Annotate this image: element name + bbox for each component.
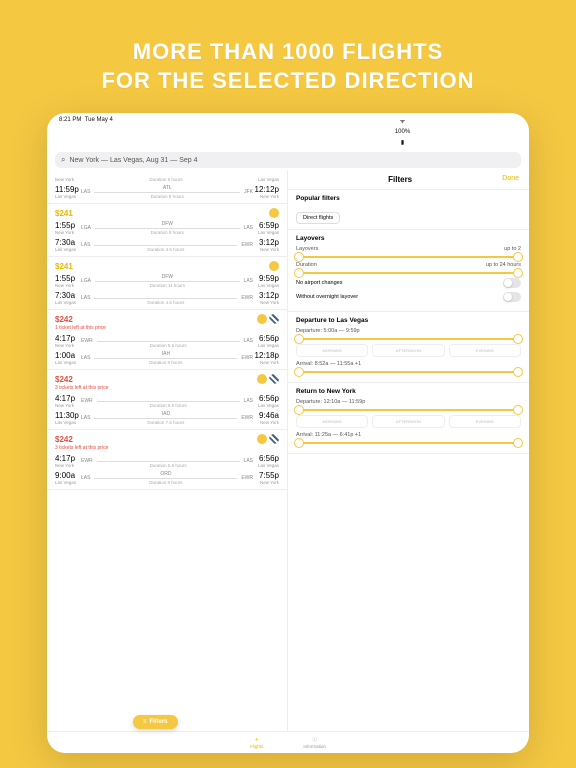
- flight-leg: 9:00aLas Vegas LAS ORDDuration 8 hours E…: [55, 471, 279, 485]
- flight-card[interactable]: New YorkDuration 9 hoursLas Vegas 11:59p…: [47, 170, 287, 204]
- dep-time-slider[interactable]: [296, 338, 521, 340]
- search-text: New York — Las Vegas, Aug 31 — Sep 4: [69, 157, 197, 164]
- airline-badge-icon: [257, 374, 267, 384]
- tickets-warning: 1 ticket left at this price: [55, 325, 279, 331]
- dep-segments[interactable]: MORNINGAFTERNOONEVENING: [296, 344, 521, 357]
- price-value: $242: [55, 435, 73, 444]
- ret-dep-slider[interactable]: [296, 409, 521, 411]
- flight-leg: 4:17pNew York EWR Duration 5.5 hours LAS…: [55, 454, 279, 468]
- flight-leg: 7:30aLas Vegas LAS Duration 4.5 hours EW…: [55, 238, 279, 252]
- price-value: $241: [55, 209, 73, 218]
- tickets-warning: 3 tickets left at this price: [55, 445, 279, 451]
- tablet-frame: 8:21 PM Tue May 4 ᯤ 100% ▮ ⌕ New York — La…: [47, 113, 529, 753]
- results-pane: New YorkDuration 9 hoursLas Vegas 11:59p…: [47, 170, 288, 731]
- filters-pane: Filters Done Popular filters Direct flig…: [288, 170, 529, 731]
- arr-time-slider[interactable]: [296, 371, 521, 373]
- battery-icon: ▮: [401, 139, 404, 146]
- wifi-icon: ᯤ: [400, 117, 405, 125]
- airline-badge-icon: [269, 434, 279, 444]
- flight-leg: 11:59pLas Vegas LAS ATLDuration 8 hours …: [55, 185, 279, 199]
- flight-leg: 4:17pNew York EWR Duration 5.5 hours LAS…: [55, 334, 279, 348]
- promo-line1: MORE THAN 1000 FLIGHTS: [101, 38, 474, 67]
- return-title: Return to New York: [296, 388, 521, 395]
- duration-slider[interactable]: [296, 272, 521, 274]
- flight-card[interactable]: $2423 tickets left at this price 4:17pNe…: [47, 370, 287, 430]
- ret-arr-slider[interactable]: [296, 442, 521, 444]
- price-value: $242: [55, 375, 73, 384]
- done-button[interactable]: Done: [502, 175, 519, 184]
- airline-badge-icon: [257, 314, 267, 324]
- filters-button[interactable]: ≡Filters: [133, 715, 178, 729]
- promo-line2: FOR THE SELECTED DIRECTION: [101, 67, 474, 96]
- filters-title: Filters: [388, 175, 412, 184]
- status-date: Tue May 4: [85, 117, 113, 123]
- airline-badge-icon: [269, 374, 279, 384]
- plane-icon: ✈: [255, 737, 259, 743]
- tab-flights[interactable]: ✈Flights: [250, 737, 263, 749]
- promo-heading: MORE THAN 1000 FLIGHTS FOR THE SELECTED …: [101, 38, 474, 95]
- tab-bar: ✈Flights ⓘInformation: [47, 731, 529, 753]
- flight-leg: 7:30aLas Vegas LAS Duration 4.5 hours EW…: [55, 291, 279, 305]
- tab-info[interactable]: ⓘInformation: [303, 737, 326, 749]
- status-time: 8:21 PM: [59, 117, 81, 123]
- sliders-icon: ≡: [143, 719, 147, 725]
- overnight-toggle[interactable]: [503, 292, 521, 302]
- flight-leg: 1:55pNew York LGA DFWDuration 11 hours L…: [55, 274, 279, 288]
- airline-badge-icon: [269, 314, 279, 324]
- search-bar[interactable]: ⌕ New York — Las Vegas, Aug 31 — Sep 4: [55, 152, 521, 168]
- flight-leg: 4:17pNew York EWR Duration 5.5 hours LAS…: [55, 394, 279, 408]
- layovers-slider[interactable]: [296, 256, 521, 258]
- layovers-title: Layovers: [296, 235, 521, 242]
- battery-pct: 100%: [395, 129, 410, 135]
- direct-flights-chip[interactable]: Direct flights: [296, 212, 340, 224]
- popular-title: Popular filters: [296, 195, 521, 202]
- info-icon: ⓘ: [312, 737, 317, 743]
- airline-badge-icon: [257, 434, 267, 444]
- airline-badge-icon: [269, 208, 279, 218]
- flight-card[interactable]: $241 1:55pNew York LGA DFWDuration 11 ho…: [47, 257, 287, 310]
- flight-card[interactable]: $241 1:55pNew York LGA DFWDuration 8 hou…: [47, 204, 287, 257]
- departure-title: Departure to Las Vegas: [296, 317, 521, 324]
- flight-leg: 1:55pNew York LGA DFWDuration 8 hours LA…: [55, 221, 279, 235]
- flight-leg: 11:30pLas Vegas LAS IADDuration 7.5 hour…: [55, 411, 279, 425]
- flight-card[interactable]: $2423 tickets left at this price 4:17pNe…: [47, 430, 287, 490]
- flight-list[interactable]: New YorkDuration 9 hoursLas Vegas 11:59p…: [47, 170, 287, 731]
- search-icon: ⌕: [61, 155, 65, 165]
- price-value: $242: [55, 315, 73, 324]
- flight-leg: 1:00aLas Vegas LAS IAHDuration 8 hours E…: [55, 351, 279, 365]
- status-bar: 8:21 PM Tue May 4 ᯤ 100% ▮: [47, 113, 529, 150]
- airline-badge-icon: [269, 261, 279, 271]
- tickets-warning: 3 tickets left at this price: [55, 385, 279, 391]
- price-value: $241: [55, 262, 73, 271]
- flight-card[interactable]: $2421 ticket left at this price 4:17pNew…: [47, 310, 287, 370]
- ret-segments[interactable]: MORNINGAFTERNOONEVENING: [296, 415, 521, 428]
- noairport-toggle[interactable]: [503, 278, 521, 288]
